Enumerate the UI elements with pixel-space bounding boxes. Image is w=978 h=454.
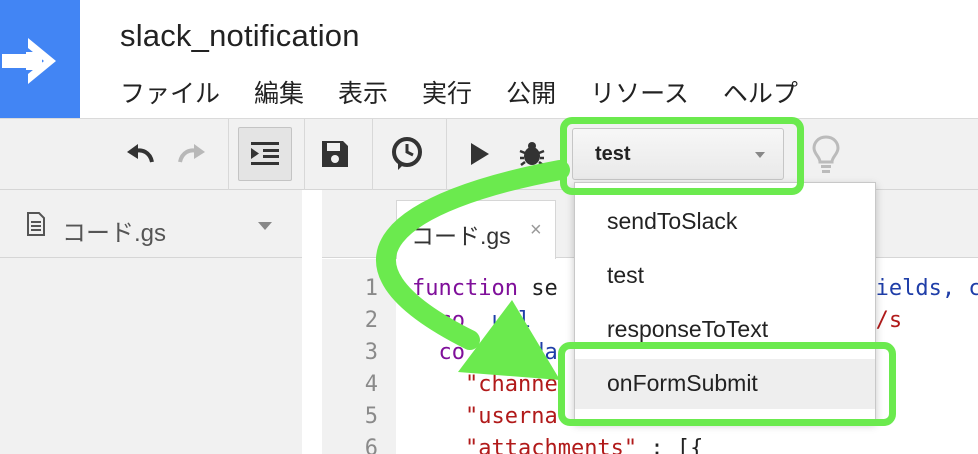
undo-button[interactable] [118,127,164,181]
save-icon [322,141,348,167]
code-line[interactable]: 6 "attachments" : [{ [0,436,978,454]
lightbulb-icon [812,135,840,173]
execution-hints-button[interactable] [804,127,848,181]
line-number: 1 [364,276,378,301]
dropdown-item-sendtoslack[interactable]: sendToSlack [575,197,875,247]
editor-tab-label: コード.gs [411,223,511,249]
highlight-function-select [560,117,804,195]
file-list-item[interactable]: コード.gs [0,190,302,258]
run-button[interactable] [462,127,498,181]
menu-resources[interactable]: リソース [590,74,689,110]
highlight-onformsubmit [558,342,896,426]
save-button[interactable] [314,127,356,181]
indent-icon [251,142,279,165]
debug-icon [519,142,545,166]
undo-icon [127,144,154,163]
toolbar [0,118,978,191]
line-number: 6 [364,436,378,454]
menu-file[interactable]: ファイル [120,74,220,110]
project-title[interactable]: slack_notification [120,18,360,54]
close-icon[interactable]: × [530,219,542,242]
run-icon [471,143,489,165]
menu-publish[interactable]: 公開 [506,74,556,110]
line-number: 3 [364,340,378,365]
menu-run[interactable]: 実行 [422,74,472,110]
app-logo[interactable] [0,0,80,118]
code-text: "attachments" : [{ [464,436,704,454]
clock-icon [392,137,422,170]
line-number: 2 [364,308,378,333]
dropdown-item-test[interactable]: test [575,251,875,301]
menu-help[interactable]: ヘルプ [723,74,798,110]
indent-button[interactable] [238,127,292,181]
menubar: ファイル 編集 表示 実行 公開 リソース ヘルプ [120,74,798,110]
code-text: "channe [464,372,558,397]
editor-tab[interactable]: コード.gs × [396,200,556,259]
debug-button[interactable] [512,127,552,181]
code-text: co da [412,340,558,365]
menu-view[interactable]: 表示 [338,74,388,110]
triggers-button[interactable] [384,127,430,181]
chevron-down-icon[interactable] [258,222,272,230]
arrow-right-icon [2,38,56,84]
file-name: コード.gs [62,220,167,247]
line-number: 4 [364,372,378,397]
redo-button[interactable] [168,127,214,181]
menu-edit[interactable]: 編集 [254,74,304,110]
line-number: 5 [364,404,378,429]
document-icon [27,212,45,236]
redo-icon [178,144,205,163]
